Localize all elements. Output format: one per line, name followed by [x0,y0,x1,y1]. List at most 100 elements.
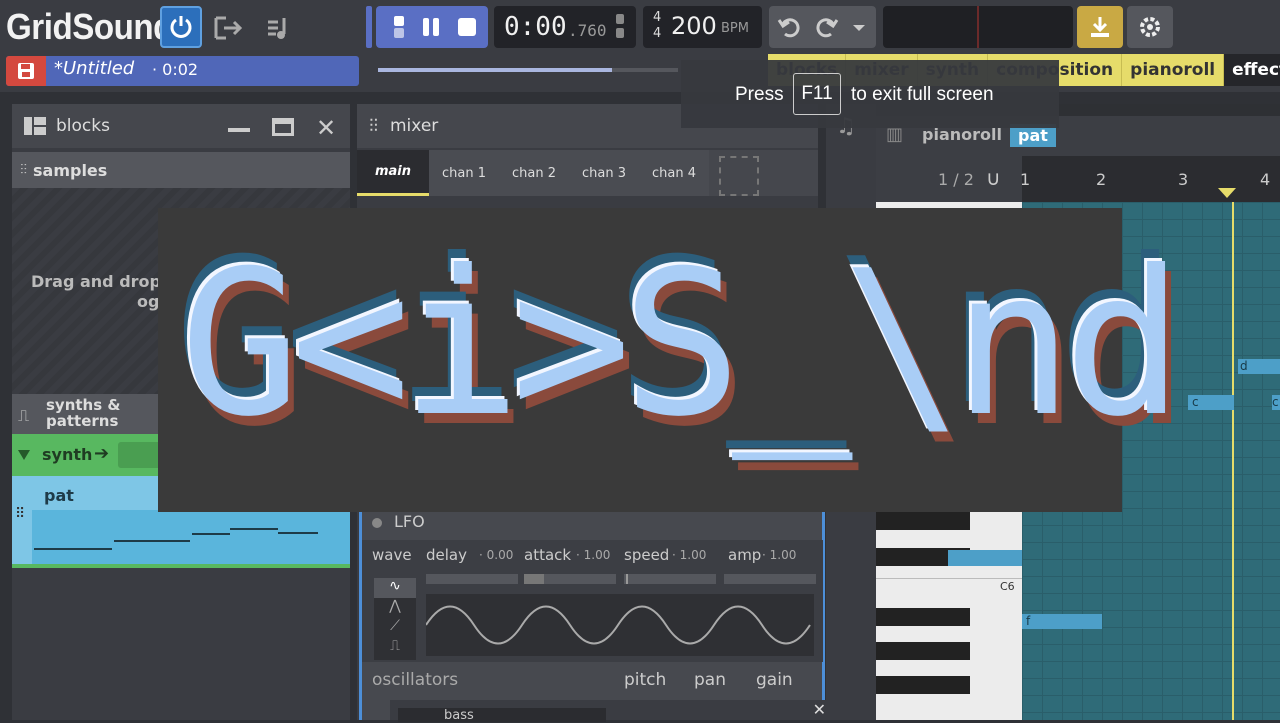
zoom-value[interactable]: 1 / 2 [938,170,974,189]
preview-note [192,533,230,535]
fullscreen-press-text: Press [735,84,784,105]
f11-key: F11 [793,73,841,115]
tab-effects[interactable]: effects [1224,54,1280,86]
lfo-attack-label: attack [524,546,572,564]
minimize-icon[interactable] [228,128,250,132]
tab-chan-1[interactable]: chan 1 [429,150,499,196]
power-button[interactable] [160,6,202,48]
note-block[interactable] [948,550,1022,566]
export-button[interactable] [212,14,246,42]
synth-row-bottom [12,564,350,568]
tab-chan-4[interactable]: chan 4 [639,150,709,196]
amp-slider[interactable] [724,574,816,584]
lfo-speed-value: · 1.00 [672,548,707,562]
pause-icon [423,18,439,36]
history-controls [769,6,876,48]
mode-icon [394,16,404,38]
bpm-value: 200 [671,12,717,40]
samples-label: samples [33,160,108,180]
pattern-handle[interactable]: ⠿ [12,476,32,564]
maximize-icon[interactable] [272,118,294,136]
lfo-delay-value: · 0.00 [479,548,514,562]
caret-down-icon [18,450,30,460]
black-key[interactable] [876,676,970,694]
clock-main: 0:00 [504,12,567,42]
playback-progress-fill [378,68,612,72]
note-block[interactable]: c [1188,395,1234,410]
time-display[interactable]: 0:00 .760 [494,6,636,48]
note-block[interactable]: f [1022,614,1102,629]
attack-slider[interactable] [524,574,616,584]
file-duration: · 0:02 [152,60,199,79]
tab-chan-2[interactable]: chan 2 [499,150,569,196]
gear-icon [1140,17,1160,37]
triangle-wave-icon[interactable]: ⋀ [374,598,416,618]
zoom-area: 1 / 2 ∪ [876,156,1022,202]
saw-wave-icon[interactable]: ⟋ [374,618,416,638]
playhead-marker-icon[interactable] [1218,188,1236,200]
music-list-icon [268,18,286,39]
remove-osc-icon[interactable]: ✕ [813,700,826,719]
lfo-title: LFO [394,512,425,531]
playlist-button[interactable] [264,14,294,42]
magnet-icon[interactable]: ∪ [986,166,1001,190]
bar-1: 1 [1020,170,1031,189]
close-icon[interactable]: ✕ [316,114,336,142]
lfo-toggle[interactable] [372,518,382,528]
add-channel-button[interactable] [719,156,759,196]
bar-4: 4 [1260,170,1271,189]
wave-selector[interactable]: ∿ ⋀ ⟋ ⎍ [374,578,416,660]
tab-main[interactable]: main [357,150,429,196]
download-button[interactable] [1077,6,1123,48]
delay-slider[interactable] [426,574,518,584]
lfo-amp-value: · 1.00 [762,548,797,562]
blocks-header: blocks [12,104,350,148]
undo-icon [777,18,800,38]
stop-icon [458,18,476,36]
bar-2: 2 [1096,170,1107,189]
black-key[interactable] [876,642,970,660]
lfo-speed-label: speed [624,546,670,564]
file-name: *Untitled [54,58,135,79]
mixer-tabs: main chan 1 chan 2 chan 3 chan 4 [357,150,818,196]
pause-button[interactable] [418,14,444,40]
history-dropdown[interactable] [851,20,867,34]
clock-ms: .760 [568,21,607,40]
osc-pitch-label: pitch [624,670,667,690]
clock-toggle-up[interactable] [616,14,624,24]
samples-section[interactable]: ⫶⫶ samples [12,152,350,188]
sine-wave-icon[interactable]: ∿ [374,578,416,598]
sliders-icon: ⫶⫶ [369,115,378,137]
mode-button[interactable] [386,14,412,40]
waveform-icon: ⫶⫶ [20,162,27,178]
time-sig-top: 4 [653,10,662,25]
stop-button[interactable] [454,14,480,40]
redo-button[interactable] [813,14,839,40]
save-button[interactable] [6,56,46,86]
tab-chan-3[interactable]: chan 3 [569,150,639,196]
clock-toggle-down[interactable] [616,28,624,38]
black-key[interactable] [876,608,970,626]
oscillators-title: oscillators [372,670,459,690]
black-key[interactable] [876,512,970,530]
settings-button[interactable] [1127,6,1173,48]
lfo-wave-label: wave [372,546,412,564]
meter-marker [977,6,979,48]
drop-text: Drag and drop [31,272,161,291]
pattern-name: pat [44,486,74,505]
speed-slider[interactable] [624,574,716,584]
title-overlay: G<i>S_\nd G<i>S_\nd G<i>S_\nd [158,208,1190,512]
note-block[interactable]: c [1272,395,1280,410]
square-wave-icon[interactable]: ⎍ [374,638,416,658]
blocks-title: blocks [56,116,110,136]
note-block[interactable]: d [1238,359,1280,374]
undo-button[interactable] [777,14,803,40]
octave-label: C6 [1000,580,1015,593]
timeline[interactable]: 1 2 3 4 [1020,156,1280,202]
bar-3: 3 [1178,170,1189,189]
tempo-display[interactable]: 4 4 200 BPM [643,6,762,48]
tab-pianoroll[interactable]: pianoroll [1122,54,1225,86]
arrow-right-icon: ➔ [94,443,110,464]
drop-text-2: og [137,292,160,311]
app-logo: GridSound [6,6,173,47]
